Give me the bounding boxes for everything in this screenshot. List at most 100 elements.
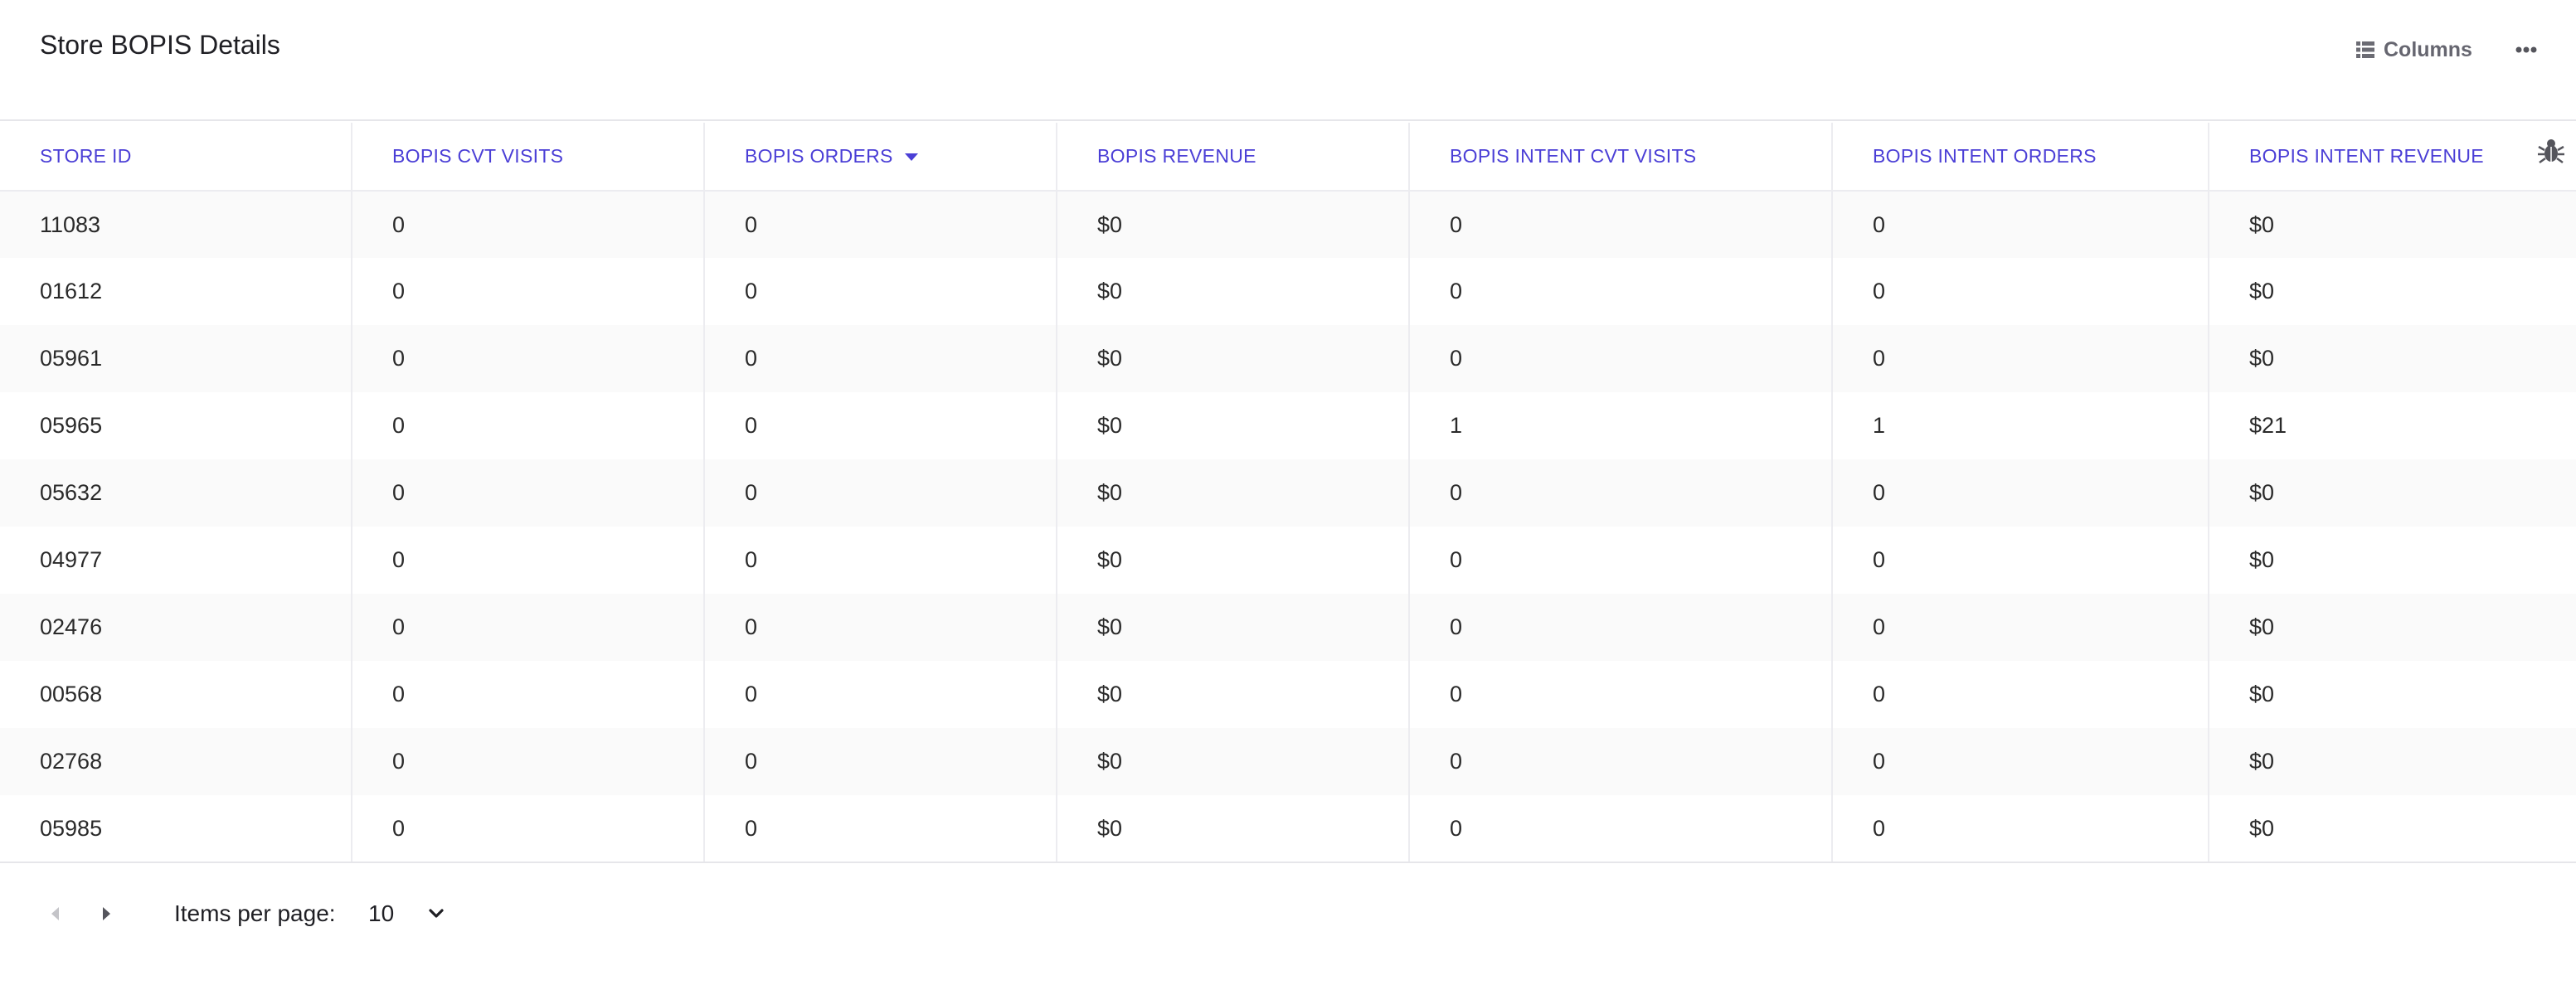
table-row: 02768 0 0 $0 0 0 $0 <box>0 728 2576 795</box>
page-title: Store BOPIS Details <box>40 30 280 60</box>
cell-bopis-intent-revenue: $0 <box>2208 191 2576 258</box>
cell-bopis-intent-cvt-visits: 0 <box>1408 594 1832 661</box>
table-columns-icon <box>2356 41 2374 58</box>
cell-bopis-intent-orders: 1 <box>1831 392 2209 459</box>
cell-bopis-intent-cvt-visits: 0 <box>1408 258 1832 325</box>
cell-bopis-intent-revenue: $0 <box>2208 325 2576 392</box>
cell-bopis-intent-revenue: $0 <box>2208 594 2576 661</box>
cell-bopis-orders: 0 <box>703 527 1057 594</box>
items-per-page-label: Items per page: <box>174 900 336 926</box>
columns-button-label: Columns <box>2384 37 2472 61</box>
store-bopis-table: STORE ID BOPIS CVT VISITS BOPIS ORDERS B… <box>0 123 2576 863</box>
cell-bopis-intent-orders: 0 <box>1831 325 2209 392</box>
column-header-bopis-cvt-visits[interactable]: BOPIS CVT VISITS <box>351 123 704 192</box>
cell-bopis-orders: 0 <box>703 325 1057 392</box>
cell-bopis-intent-cvt-visits: 0 <box>1408 325 1832 392</box>
table-row: 05985 0 0 $0 0 0 $0 <box>0 795 2576 863</box>
cell-store-id: 05632 <box>0 459 352 527</box>
cell-bopis-cvt-visits: 0 <box>351 728 704 795</box>
cell-bopis-intent-cvt-visits: 0 <box>1408 527 1832 594</box>
next-page-button[interactable] <box>95 902 118 925</box>
cell-bopis-revenue: $0 <box>1056 392 1409 459</box>
table-header-row: STORE ID BOPIS CVT VISITS BOPIS ORDERS B… <box>0 123 2576 192</box>
cell-bopis-orders: 0 <box>703 795 1057 863</box>
columns-button[interactable]: Columns <box>2355 32 2472 68</box>
cell-bopis-intent-cvt-visits: 0 <box>1408 459 1832 527</box>
table-row: 00568 0 0 $0 0 0 $0 <box>0 661 2576 728</box>
cell-bopis-intent-revenue: $0 <box>2208 527 2576 594</box>
column-header-bopis-intent-orders[interactable]: BOPIS INTENT ORDERS <box>1831 123 2209 192</box>
column-header-bopis-intent-revenue[interactable]: BOPIS INTENT REVENUE <box>2208 123 2576 192</box>
cell-store-id: 02476 <box>0 594 352 661</box>
cell-store-id: 02768 <box>0 728 352 795</box>
cell-bopis-cvt-visits: 0 <box>351 191 704 258</box>
cell-bopis-intent-orders: 0 <box>1831 594 2209 661</box>
cell-bopis-intent-cvt-visits: 0 <box>1408 728 1832 795</box>
cell-bopis-intent-orders: 0 <box>1831 728 2209 795</box>
table-row: 05961 0 0 $0 0 0 $0 <box>0 325 2576 392</box>
cell-bopis-cvt-visits: 0 <box>351 392 704 459</box>
cell-store-id: 01612 <box>40 279 103 303</box>
cell-bopis-intent-orders: 0 <box>1831 459 2209 527</box>
table-row: 05965 0 0 $0 1 1 $21 <box>0 392 2576 459</box>
items-per-page-value: 10 <box>368 900 395 926</box>
more-options-button[interactable] <box>2508 32 2544 68</box>
column-header-store-id[interactable]: STORE ID <box>0 123 352 192</box>
cell-bopis-revenue: $0 <box>1056 728 1409 795</box>
cell-bopis-orders: 0 <box>703 392 1057 459</box>
cell-bopis-intent-orders: 0 <box>1831 795 2209 863</box>
cell-bopis-revenue: $0 <box>1056 325 1409 392</box>
page-header: Store BOPIS Details Columns <box>0 0 2576 121</box>
cell-bopis-intent-cvt-visits: 0 <box>1408 661 1832 728</box>
cell-bopis-orders: 0 <box>703 258 1057 325</box>
sort-descending-icon <box>904 153 918 162</box>
cell-bopis-revenue: $0 <box>1056 191 1409 258</box>
cell-bopis-intent-revenue: $0 <box>2208 795 2576 863</box>
cell-bopis-cvt-visits: 0 <box>351 258 704 325</box>
cell-bopis-orders: 0 <box>703 191 1057 258</box>
cell-bopis-intent-cvt-visits: 0 <box>1408 191 1832 258</box>
previous-page-button[interactable] <box>43 902 66 925</box>
cell-bopis-orders: 0 <box>703 594 1057 661</box>
cell-bopis-revenue: $0 <box>1056 527 1409 594</box>
table-row: 04977 0 0 $0 0 0 $0 <box>0 527 2576 594</box>
cell-bopis-intent-revenue: $0 <box>2208 728 2576 795</box>
more-horizontal-icon <box>2515 46 2537 53</box>
cell-bopis-revenue: $0 <box>1056 661 1409 728</box>
cell-bopis-intent-revenue: $0 <box>2208 258 2576 325</box>
cell-bopis-orders: 0 <box>703 728 1057 795</box>
cell-bopis-orders: 0 <box>703 661 1057 728</box>
column-header-bopis-revenue[interactable]: BOPIS REVENUE <box>1056 123 1409 192</box>
cell-bopis-intent-cvt-visits: 1 <box>1408 392 1832 459</box>
cell-bopis-intent-revenue: $0 <box>2208 459 2576 527</box>
cell-bopis-cvt-visits: 0 <box>351 527 704 594</box>
chevron-down-icon <box>429 909 444 918</box>
cell-bopis-intent-orders: 0 <box>1831 191 2209 258</box>
cell-bopis-intent-orders: 0 <box>1831 661 2209 728</box>
cell-bopis-cvt-visits: 0 <box>351 795 704 863</box>
column-header-bopis-intent-cvt-visits[interactable]: BOPIS INTENT CVT VISITS <box>1408 123 1832 192</box>
table-row: 02476 0 0 $0 0 0 $0 <box>0 594 2576 661</box>
cell-bopis-orders: 0 <box>703 459 1057 527</box>
cell-bopis-cvt-visits: 0 <box>351 325 704 392</box>
cell-store-id: 05961 <box>0 325 352 392</box>
cell-bopis-cvt-visits: 0 <box>351 459 704 527</box>
cell-bopis-revenue: $0 <box>1056 594 1409 661</box>
cell-bopis-cvt-visits: 0 <box>351 594 704 661</box>
cell-bopis-cvt-visits: 0 <box>351 661 704 728</box>
cell-bopis-intent-cvt-visits: 0 <box>1408 795 1832 863</box>
table-row: 05632 0 0 $0 0 0 $0 <box>0 459 2576 527</box>
cell-store-id: 05965 <box>40 413 103 438</box>
items-per-page-select[interactable]: 10 <box>368 896 459 932</box>
cell-bopis-revenue: $0 <box>1056 459 1409 527</box>
pagination-bar: Items per page: 10 <box>0 862 2576 970</box>
cell-bopis-intent-orders: 0 <box>1831 527 2209 594</box>
table-row: 01612 0 0 $0 0 0 $0 <box>0 258 2576 325</box>
cell-store-id: 11083 <box>0 191 352 258</box>
cell-bopis-revenue: $0 <box>1056 258 1409 325</box>
cell-store-id: 05985 <box>0 795 352 863</box>
table-row: 11083 0 0 $0 0 0 $0 <box>0 191 2576 258</box>
caret-left-icon <box>51 907 59 920</box>
column-header-bopis-orders[interactable]: BOPIS ORDERS <box>703 123 1057 192</box>
cell-bopis-intent-revenue: $21 <box>2208 392 2576 459</box>
